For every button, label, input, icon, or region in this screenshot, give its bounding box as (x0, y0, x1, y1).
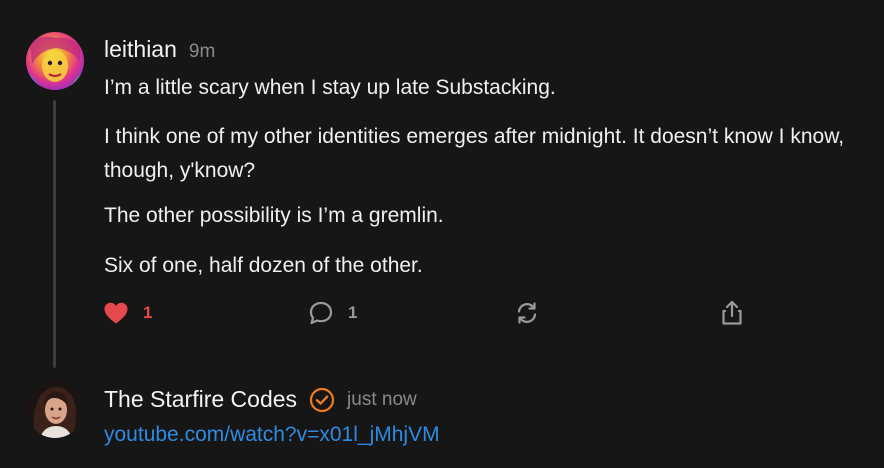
timestamp[interactable]: just now (347, 389, 417, 411)
heart-icon (103, 301, 129, 325)
author-name[interactable]: leithian (104, 36, 177, 63)
note-paragraph: I think one of my other identities emerg… (104, 125, 845, 182)
comment-button[interactable]: 1 (308, 298, 357, 328)
verified-badge-icon (309, 387, 335, 413)
note-actions: 1 1 (0, 298, 884, 328)
note-header: leithian 9m (104, 36, 215, 63)
author-name[interactable]: The Starfire Codes (104, 386, 297, 413)
timestamp[interactable]: 9m (189, 41, 215, 63)
video-link[interactable]: youtube.com/watch?v=x01l_jMhjVM (104, 423, 440, 447)
comment-count: 1 (348, 303, 358, 322)
note-paragraph: I’m a little scary when I stay up late S… (104, 76, 556, 99)
comment-bubble-icon (308, 300, 334, 326)
note-paragraph: The other possibility is I’m a gremlin. (104, 204, 444, 227)
restack-button[interactable] (514, 298, 540, 328)
note-header: The Starfire Codes just now (104, 386, 417, 413)
like-count: 1 (143, 303, 153, 322)
note-paragraph: Six of one, half dozen of the other. (104, 254, 423, 277)
avatar[interactable] (26, 32, 84, 90)
restack-icon (514, 300, 540, 326)
share-icon (719, 299, 745, 327)
avatar[interactable] (26, 380, 84, 438)
like-button[interactable]: 1 (103, 298, 152, 328)
share-button[interactable] (719, 298, 745, 328)
